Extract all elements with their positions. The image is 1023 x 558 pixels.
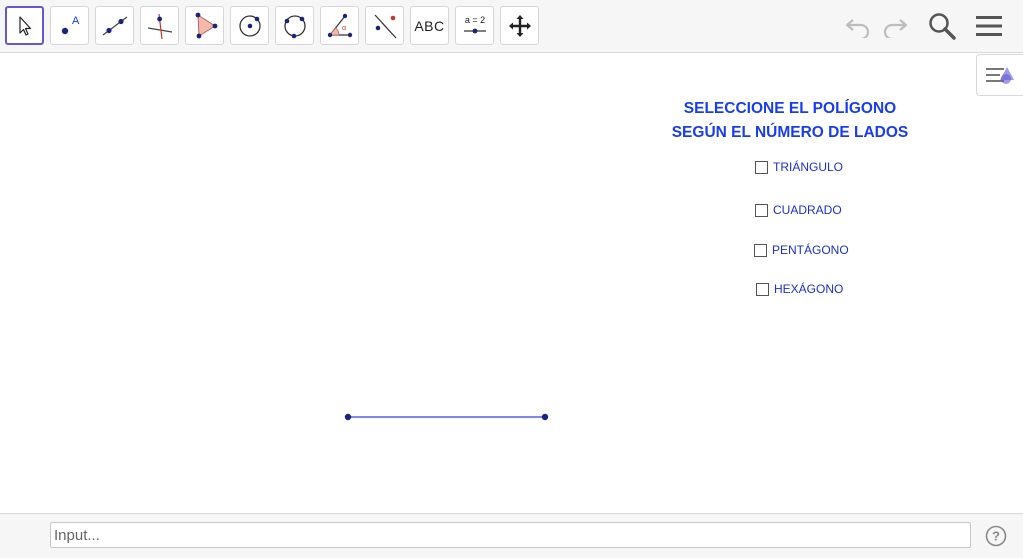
help-button[interactable]: ? (985, 525, 1007, 547)
move-arrows-icon (508, 14, 531, 37)
reflect-tool[interactable] (365, 6, 404, 45)
redo-button[interactable] (879, 10, 911, 42)
text-tool[interactable]: ABC (410, 6, 449, 45)
slider-tool[interactable]: a = 2 (455, 6, 494, 45)
search-button[interactable] (926, 10, 958, 42)
help-icon: ? (985, 525, 1007, 547)
toolbar: A α ABC a = 2 (0, 0, 1023, 53)
style-bar-toggle-button[interactable] (976, 54, 1023, 96)
style-bar-toggle-icon (986, 67, 1014, 84)
input-field[interactable] (50, 522, 971, 548)
menu-icon (976, 16, 1002, 36)
slider-label: a = 2 (464, 15, 484, 25)
input-bar: ? (0, 513, 1023, 558)
polygon-icon (195, 12, 217, 38)
angle-tool[interactable]: α (320, 6, 359, 45)
point-tool[interactable]: A (50, 6, 89, 45)
reflect-icon (374, 14, 396, 38)
text-icon: ABC (414, 17, 445, 34)
angle-icon: α (327, 13, 352, 37)
move-tool[interactable] (5, 6, 44, 45)
circle-center-point-tool[interactable] (230, 6, 269, 45)
svg-text:α: α (342, 25, 346, 32)
redo-icon (883, 19, 908, 38)
construction-canvas (344, 413, 549, 421)
perpendicular-icon (147, 13, 172, 39)
perpendicular-line-tool[interactable] (140, 6, 179, 45)
circle-three-points-icon (283, 14, 306, 38)
graphics-view[interactable]: SELECCIONE EL POLÍGONO SEGÚN EL NÚMERO D… (0, 53, 1023, 513)
point-right[interactable] (541, 413, 549, 421)
line-tool[interactable] (95, 6, 134, 45)
point-icon: A (61, 15, 80, 34)
svg-text:A: A (72, 15, 80, 27)
point-left[interactable] (344, 413, 352, 421)
menu-button[interactable] (973, 10, 1005, 42)
arrow-cursor-icon (18, 15, 31, 36)
search-icon (929, 13, 956, 40)
move-graphics-tool[interactable] (500, 6, 539, 45)
slider-icon: a = 2 (463, 15, 486, 33)
geogebra-app: A α ABC a = 2 SELECCIONE EL POLÍGONO SEG… (0, 0, 1023, 558)
undo-button[interactable] (842, 10, 874, 42)
circle-center-icon (238, 14, 261, 37)
undo-icon (845, 19, 870, 38)
svg-text:?: ? (992, 529, 1000, 544)
polygon-tool[interactable] (185, 6, 224, 45)
line-icon (102, 16, 127, 35)
circle-three-points-tool[interactable] (275, 6, 314, 45)
